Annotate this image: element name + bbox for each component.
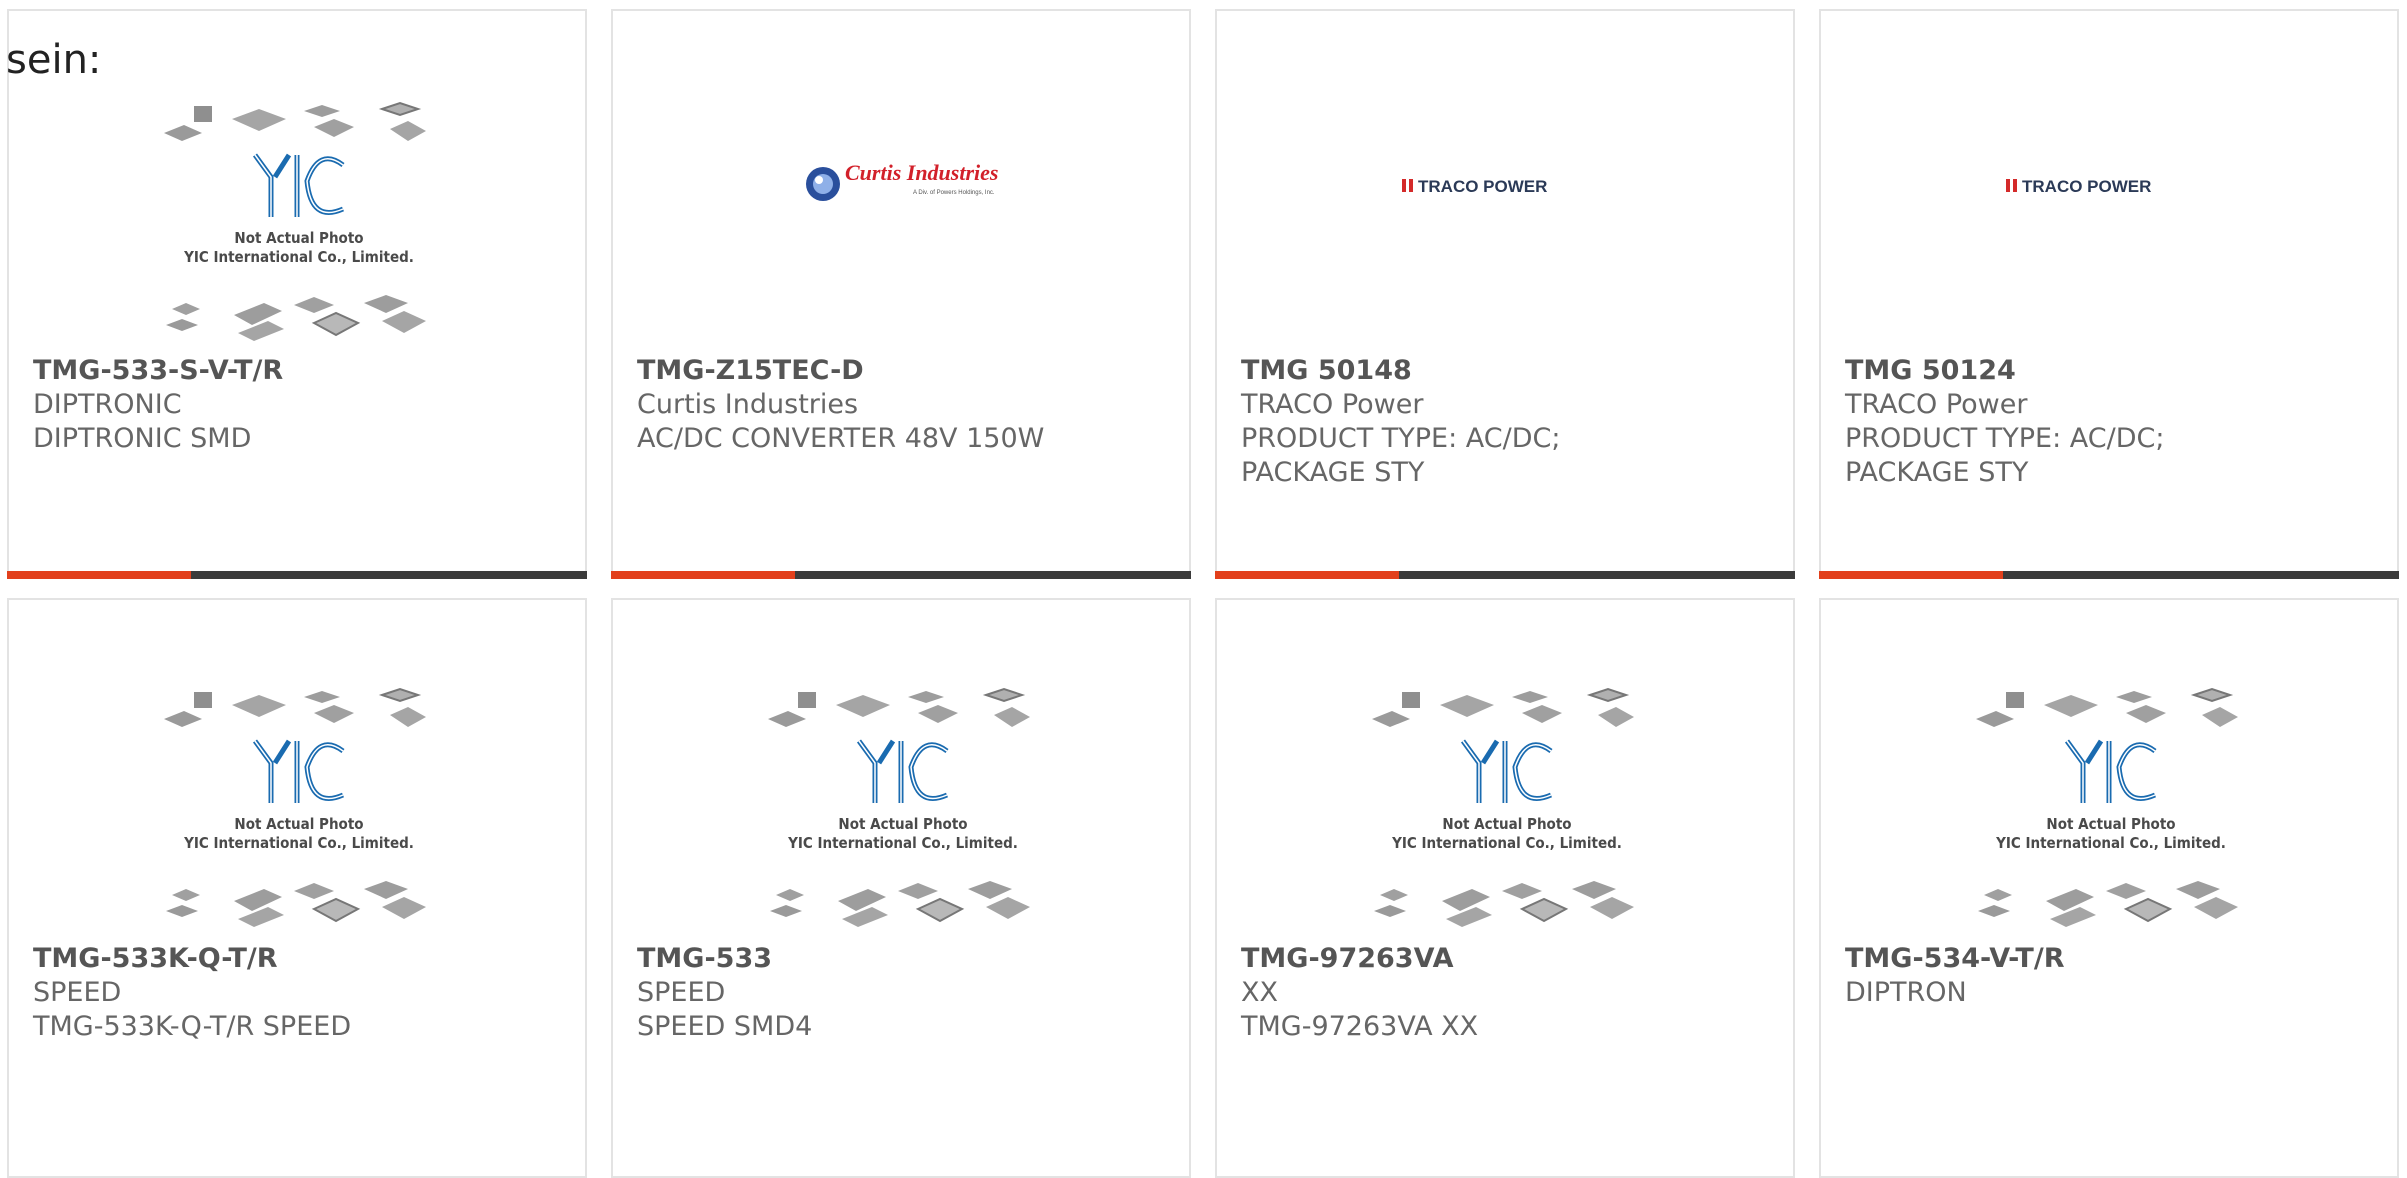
- manufacturer: DIPTRON: [1845, 977, 1967, 1008]
- card-bottom-bar: [1215, 571, 1795, 579]
- yic-logo-icon: [252, 153, 345, 217]
- chips-icon: [166, 295, 426, 341]
- card-bottom-bar: [7, 571, 587, 579]
- product-card[interactable]: Not Actual Photo YIC International Co., …: [1819, 598, 2399, 1178]
- manufacturer: XX: [1241, 977, 1278, 1008]
- curtis-logo-text: Curtis Industries: [845, 160, 998, 185]
- part-number[interactable]: TMG-Z15TEC-D: [637, 354, 1175, 388]
- part-number[interactable]: TMG-533-S-V-T/R: [33, 354, 571, 388]
- yic-logo-icon: [856, 739, 949, 803]
- traco-logo-text: TRACO POWER: [1418, 177, 1547, 196]
- product-card[interactable]: Not Actual Photo YIC International Co., …: [7, 9, 587, 579]
- product-card[interactable]: Not Actual Photo YIC International Co., …: [7, 598, 587, 1178]
- description: PRODUCT TYPE: AC/DC;: [1845, 423, 2165, 454]
- chips-icon: [1372, 687, 1634, 727]
- product-image[interactable]: Not Actual Photo YIC International Co., …: [1821, 600, 2397, 940]
- placeholder-caption-line: YIC International Co., Limited.: [184, 834, 414, 852]
- product-card[interactable]: Curtis Industries A Div. of Powers Holdi…: [611, 9, 1191, 579]
- part-number[interactable]: TMG 50124: [1845, 354, 2383, 388]
- description: SPEED SMD4: [637, 1011, 813, 1042]
- placeholder-caption-line: YIC International Co., Limited.: [1996, 834, 2226, 852]
- chips-icon: [164, 687, 426, 727]
- manufacturer: SPEED: [637, 977, 726, 1008]
- yic-logo-icon: [1460, 739, 1553, 803]
- description: DIPTRONIC SMD: [33, 423, 252, 454]
- placeholder-caption-line: Not Actual Photo: [234, 815, 364, 833]
- yic-placeholder-image: Not Actual Photo YIC International Co., …: [1976, 687, 2246, 927]
- yic-placeholder-image: Not Actual Photo YIC International Co., …: [164, 101, 434, 341]
- traco-power-logo: TRACO POWER: [2006, 177, 2151, 196]
- yic-logo-icon: [252, 739, 345, 803]
- manufacturer: DIPTRONIC: [33, 389, 182, 420]
- product-image[interactable]: Curtis Industries A Div. of Powers Holdi…: [613, 11, 1189, 351]
- card-accent-bar: [1819, 571, 2003, 579]
- placeholder-caption-line: Not Actual Photo: [2046, 815, 2176, 833]
- part-number[interactable]: TMG 50148: [1241, 354, 1779, 388]
- page-heading-fragment: sein:: [6, 37, 102, 83]
- curtis-industries-logo: Curtis Industries A Div. of Powers Holdi…: [806, 160, 998, 201]
- product-card[interactable]: TRACO POWER TMG 50124 TRACO Power PRODUC…: [1819, 9, 2399, 579]
- yic-placeholder-image: Not Actual Photo YIC International Co., …: [768, 687, 1038, 927]
- product-image[interactable]: TRACO POWER: [1217, 11, 1793, 351]
- card-bottom-bar: [611, 571, 1191, 579]
- product-card[interactable]: Not Actual Photo YIC International Co., …: [1215, 598, 1795, 1178]
- description: TMG-97263VA XX: [1241, 1011, 1479, 1042]
- placeholder-caption-line: Not Actual Photo: [234, 229, 364, 247]
- description: PRODUCT TYPE: AC/DC;: [1241, 423, 1561, 454]
- card-accent-bar: [1215, 571, 1399, 579]
- chips-icon: [1374, 881, 1634, 927]
- yic-placeholder-image: Not Actual Photo YIC International Co., …: [1372, 687, 1642, 927]
- traco-logo-text: TRACO POWER: [2022, 177, 2151, 196]
- placeholder-caption-line: YIC International Co., Limited.: [788, 834, 1018, 852]
- description: AC/DC CONVERTER 48V 150W: [637, 423, 1045, 454]
- chips-icon: [770, 881, 1030, 927]
- yic-logo-icon: [2064, 739, 2157, 803]
- manufacturer: TRACO Power: [1241, 389, 1424, 420]
- chips-icon: [164, 101, 426, 141]
- product-card[interactable]: Not Actual Photo YIC International Co., …: [611, 598, 1191, 1178]
- card-bottom-bar: [1819, 571, 2399, 579]
- manufacturer: SPEED: [33, 977, 122, 1008]
- part-number[interactable]: TMG-533: [637, 942, 1175, 976]
- placeholder-caption-line: YIC International Co., Limited.: [1392, 834, 1622, 852]
- chips-icon: [1976, 687, 2238, 727]
- part-number[interactable]: TMG-534-V-T/R: [1845, 942, 2383, 976]
- description: PACKAGE STY: [1241, 457, 1425, 488]
- manufacturer: TRACO Power: [1845, 389, 2028, 420]
- chips-icon: [166, 881, 426, 927]
- chips-icon: [768, 687, 1030, 727]
- placeholder-caption-line: Not Actual Photo: [1442, 815, 1572, 833]
- card-accent-bar: [7, 571, 191, 579]
- product-image[interactable]: TRACO POWER: [1821, 11, 2397, 351]
- placeholder-caption-line: YIC International Co., Limited.: [184, 248, 414, 266]
- curtis-logo-tagline: A Div. of Powers Holdings, Inc.: [913, 190, 995, 196]
- part-number[interactable]: TMG-97263VA: [1241, 942, 1779, 976]
- description: PACKAGE STY: [1845, 457, 2029, 488]
- product-card[interactable]: TRACO POWER TMG 50148 TRACO Power PRODUC…: [1215, 9, 1795, 579]
- yic-placeholder-image: Not Actual Photo YIC International Co., …: [164, 687, 434, 927]
- product-image[interactable]: Not Actual Photo YIC International Co., …: [1217, 600, 1793, 940]
- part-number[interactable]: TMG-533K-Q-T/R: [33, 942, 571, 976]
- description: TMG-533K-Q-T/R SPEED: [33, 1011, 352, 1042]
- placeholder-caption-line: Not Actual Photo: [838, 815, 968, 833]
- traco-power-logo: TRACO POWER: [1402, 177, 1547, 196]
- product-image[interactable]: Not Actual Photo YIC International Co., …: [9, 600, 585, 940]
- manufacturer: Curtis Industries: [637, 389, 859, 420]
- product-image[interactable]: Not Actual Photo YIC International Co., …: [613, 600, 1189, 940]
- card-accent-bar: [611, 571, 795, 579]
- chips-icon: [1978, 881, 2238, 927]
